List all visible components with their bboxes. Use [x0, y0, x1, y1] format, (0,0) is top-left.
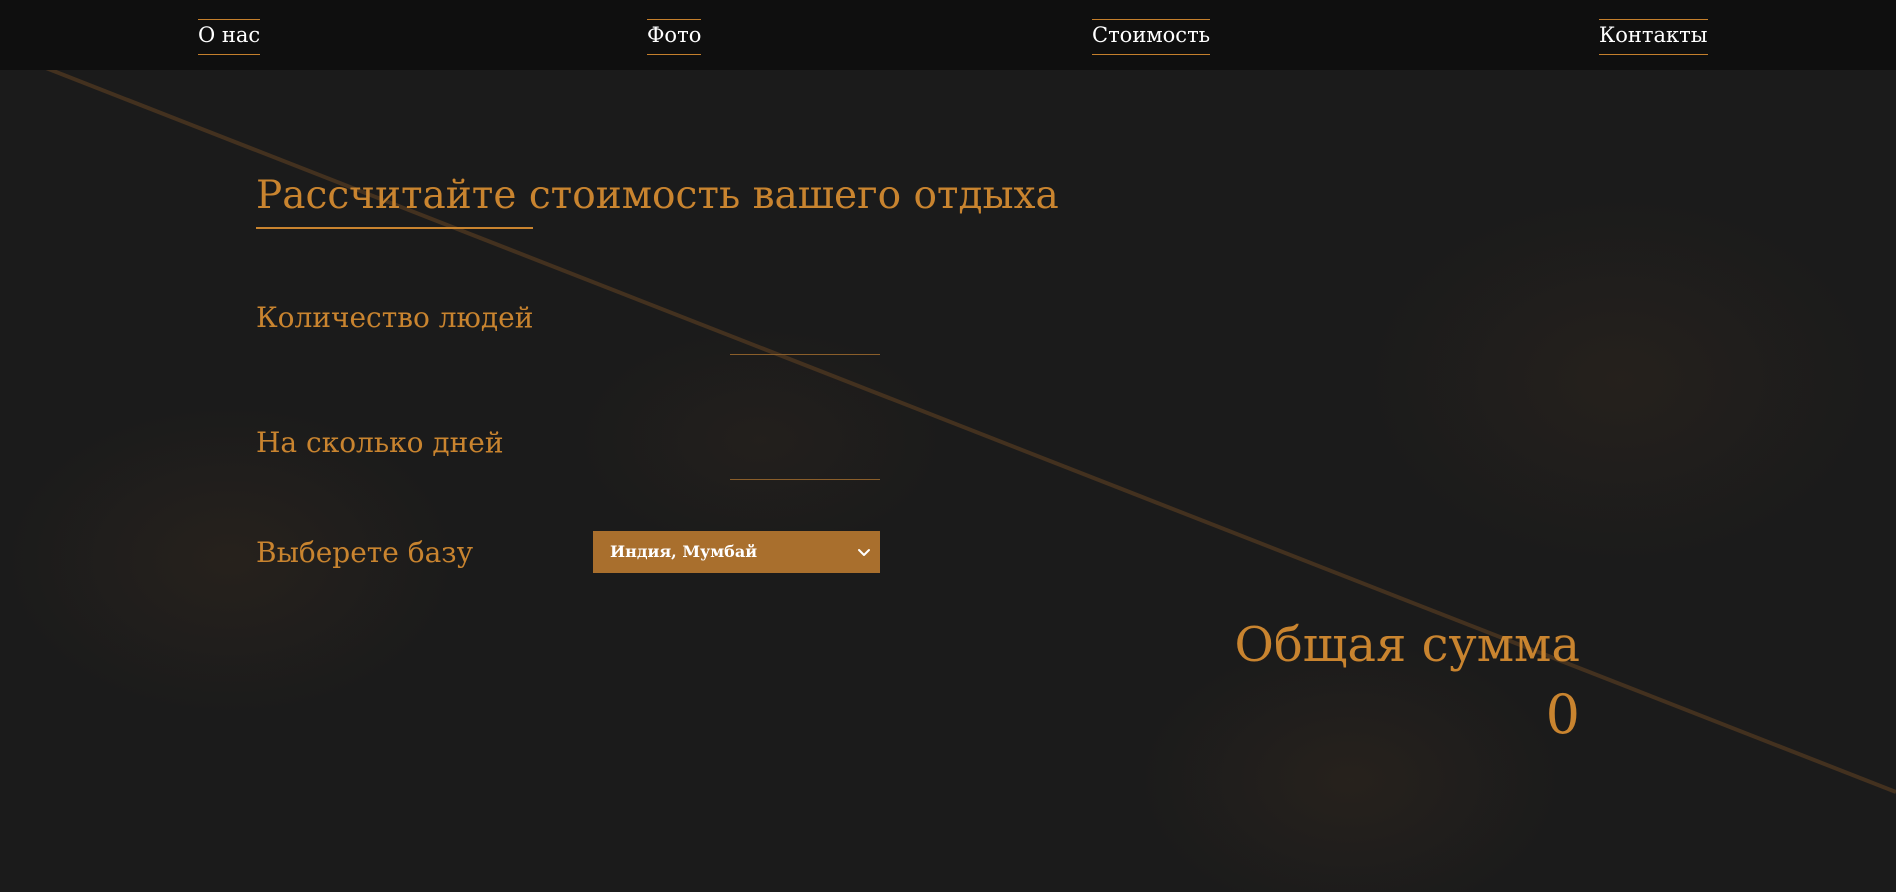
total-sum-label: Общая сумма — [1234, 617, 1580, 673]
people-count-input[interactable] — [730, 320, 880, 355]
total-sum-value: 0 — [1545, 683, 1580, 746]
nav-link-photo[interactable]: Фото — [647, 19, 702, 55]
calculator-title: Рассчитайте стоимость вашего отдыха — [256, 173, 1059, 218]
nav-link-contacts[interactable]: Контакты — [1599, 19, 1708, 55]
chevron-down-icon — [858, 549, 870, 556]
nav-link-about[interactable]: О нас — [198, 19, 261, 55]
base-select-value: Индия, Мумбай — [610, 542, 758, 561]
days-count-label: На сколько дней — [256, 426, 504, 459]
days-count-input[interactable] — [730, 445, 880, 480]
nav-link-price[interactable]: Стоимость — [1092, 19, 1211, 55]
top-navigation: О нас Фото Стоимость Контакты — [0, 0, 1896, 70]
people-count-label: Количество людей — [256, 301, 534, 334]
title-underline — [256, 227, 533, 229]
base-select-label: Выберете базу — [256, 536, 474, 569]
base-select[interactable]: Индия, Мумбай — [593, 531, 880, 573]
